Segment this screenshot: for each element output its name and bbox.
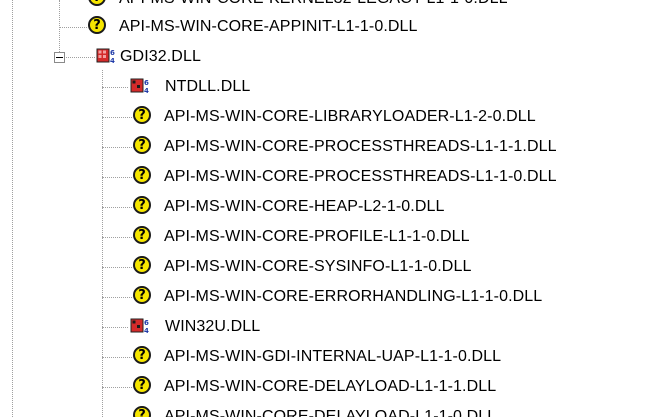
- tree-item-label: API-MS-WIN-CORE-HEAP-L2-1-0.DLL: [164, 198, 445, 215]
- svg-text:4: 4: [144, 87, 149, 95]
- svg-text:4: 4: [144, 327, 149, 335]
- tree-branch-line: [102, 237, 132, 238]
- question-icon: ?: [88, 0, 106, 6]
- dependency-tree[interactable]: ? API-MS-WIN-CORE-KERNEL32-LEGACY-L1-1-0…: [0, 0, 664, 417]
- tree-branch-line: [102, 267, 132, 268]
- tree-item-label: API-MS-WIN-CORE-PROFILE-L1-1-0.DLL: [164, 228, 470, 245]
- tree-item-label: API-MS-WIN-CORE-ERRORHANDLING-L1-1-0.DLL: [164, 288, 543, 305]
- tree-item-label: API-MS-WIN-CORE-APPINIT-L1-1-0.DLL: [119, 18, 418, 35]
- question-icon: ?: [133, 346, 151, 364]
- collapse-toggle[interactable]: [54, 52, 65, 63]
- tree-item-label: API-MS-WIN-CORE-LIBRARYLOADER-L1-2-0.DLL: [164, 108, 536, 125]
- tree-item-label: API-MS-WIN-GDI-INTERNAL-UAP-L1-1-0.DLL: [164, 348, 502, 365]
- tree-item-delayload-111[interactable]: ? API-MS-WIN-CORE-DELAYLOAD-L1-1-1.DLL: [0, 372, 664, 402]
- tree-item-label: GDI32.DLL: [120, 48, 201, 65]
- question-icon: ?: [133, 196, 151, 214]
- tree-item-label: API-MS-WIN-CORE-PROCESSTHREADS-L1-1-1.DL…: [164, 138, 557, 155]
- tree-branch-line: [102, 357, 132, 358]
- question-icon: ?: [133, 166, 151, 184]
- tree-item-label: API-MS-WIN-CORE-SYSINFO-L1-1-0.DLL: [164, 258, 472, 275]
- tree-item-processthreads-111[interactable]: ? API-MS-WIN-CORE-PROCESSTHREADS-L1-1-1.…: [0, 132, 664, 162]
- tree-item-label: API-MS-WIN-CORE-DELAYLOAD-L1-1-1.DLL: [164, 378, 497, 395]
- tree-item-label: WIN32U.DLL: [165, 318, 261, 335]
- svg-text:4: 4: [110, 57, 115, 65]
- dll-64-icon: 6 4: [130, 78, 149, 95]
- tree-item-ntdll[interactable]: 6 4 NTDLL.DLL: [0, 72, 664, 102]
- question-icon: ?: [133, 406, 151, 417]
- tree-branch-line: [102, 87, 128, 88]
- tree-item-heap[interactable]: ? API-MS-WIN-CORE-HEAP-L2-1-0.DLL: [0, 192, 664, 222]
- question-icon: ?: [133, 376, 151, 394]
- dll-64-icon: 6 4: [130, 318, 149, 335]
- tree-branch-line: [102, 297, 132, 298]
- tree-item-sysinfo[interactable]: ? API-MS-WIN-CORE-SYSINFO-L1-1-0.DLL: [0, 252, 664, 282]
- tree-branch-line: [102, 387, 132, 388]
- question-icon: ?: [88, 16, 106, 34]
- tree-item-gdi32[interactable]: 6 4 GDI32.DLL: [0, 42, 664, 72]
- svg-text:6: 6: [110, 49, 115, 57]
- tree-branch-line: [102, 207, 132, 208]
- tree-item-processthreads-110[interactable]: ? API-MS-WIN-CORE-PROCESSTHREADS-L1-1-0.…: [0, 162, 664, 192]
- tree-item-delayload-110[interactable]: ? API-MS-WIN-CORE-DELAYLOAD-L1-1-0.DLL: [0, 402, 664, 417]
- tree-branch-line: [102, 327, 128, 328]
- tree-item-libraryloader[interactable]: ? API-MS-WIN-CORE-LIBRARYLOADER-L1-2-0.D…: [0, 102, 664, 132]
- dll-64-icon: 6 4: [96, 48, 115, 65]
- question-icon: ?: [133, 226, 151, 244]
- tree-item-gdi-internal-uap[interactable]: ? API-MS-WIN-GDI-INTERNAL-UAP-L1-1-0.DLL: [0, 342, 664, 372]
- tree-item-appinit[interactable]: ? API-MS-WIN-CORE-APPINIT-L1-1-0.DLL: [0, 12, 664, 42]
- question-icon: ?: [133, 286, 151, 304]
- tree-item-errorhandling[interactable]: ? API-MS-WIN-CORE-ERRORHANDLING-L1-1-0.D…: [0, 282, 664, 312]
- question-icon: ?: [133, 106, 151, 124]
- svg-text:6: 6: [144, 79, 149, 87]
- tree-branch-line: [59, 27, 87, 28]
- tree-item-profile[interactable]: ? API-MS-WIN-CORE-PROFILE-L1-1-0.DLL: [0, 222, 664, 252]
- tree-branch-line: [102, 147, 132, 148]
- question-icon: ?: [133, 256, 151, 274]
- tree-branch-line: [102, 177, 132, 178]
- tree-item-label: API-MS-WIN-CORE-DELAYLOAD-L1-1-0.DLL: [164, 408, 497, 417]
- tree-item-label: NTDLL.DLL: [165, 78, 251, 95]
- tree-item-label: API-MS-WIN-CORE-PROCESSTHREADS-L1-1-0.DL…: [164, 168, 557, 185]
- tree-branch-line: [102, 117, 132, 118]
- tree-item-label: API-MS-WIN-CORE-KERNEL32-LEGACY-L1-1-0.D…: [119, 0, 508, 10]
- tree-item-win32u[interactable]: 6 4 WIN32U.DLL: [0, 312, 664, 342]
- svg-text:6: 6: [144, 319, 149, 327]
- question-icon: ?: [133, 136, 151, 154]
